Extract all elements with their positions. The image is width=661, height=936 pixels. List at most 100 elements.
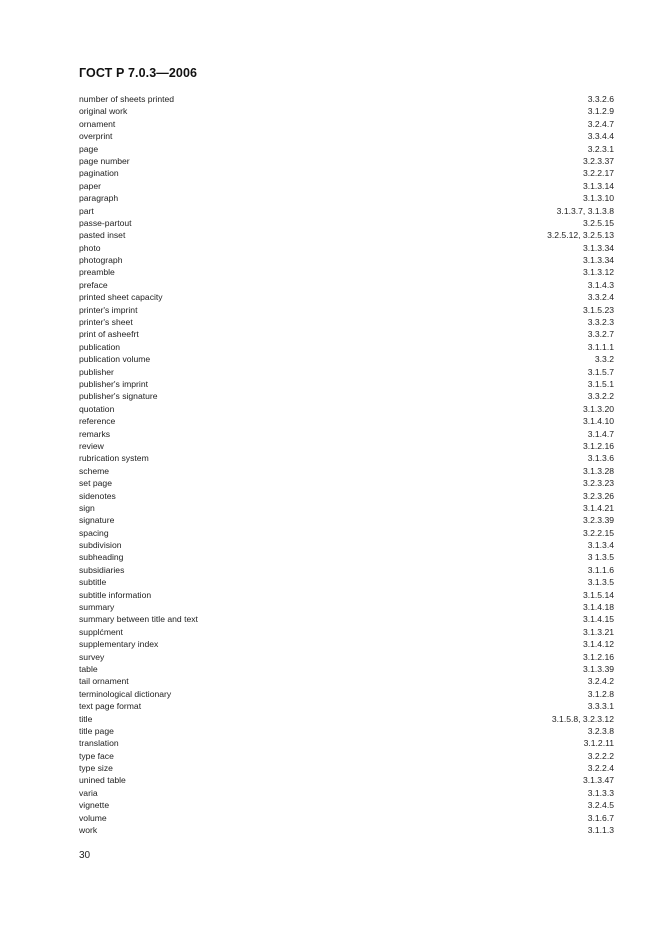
index-term: table	[79, 663, 98, 674]
index-entry: page 3.2.3.1	[79, 143, 614, 155]
index-term: type size	[79, 763, 113, 774]
index-term: preface	[79, 279, 108, 290]
index-term: subtitle	[79, 577, 107, 588]
index-reference: 3.2.3.26	[582, 490, 614, 501]
index-entry: supplementary index 3.1.4.12	[79, 638, 614, 650]
index-entry: review 3.1.2.16	[79, 440, 614, 452]
index-reference: 3.1.3.7, 3.1.3.8	[556, 205, 614, 216]
index-entry: signature 3.2.3.39	[79, 514, 614, 526]
index-term: pagination	[79, 168, 119, 179]
index-term: sidenotes	[79, 490, 116, 501]
index-entry: publisher's imprint 3.1.5.1	[79, 378, 614, 390]
index-reference: 3.2.4.2	[587, 676, 614, 687]
index-reference: 3.1.5.1	[587, 378, 614, 389]
index-term: paper	[79, 180, 101, 191]
index-entry: type size 3.2.2.4	[79, 762, 614, 774]
index-entry: preamble 3.1.3.12	[79, 266, 614, 278]
index-entry: rubrication system 3.1.3.6	[79, 452, 614, 464]
index-entry: unined table 3.1.3.47	[79, 774, 614, 786]
index-entry: reference 3.1.4.10	[79, 415, 614, 427]
index-reference: 3.1.1.6	[587, 564, 614, 575]
index-reference: 3.1.3.12	[582, 267, 614, 278]
index-term: volume	[79, 812, 107, 823]
index-term: supplćment	[79, 626, 123, 637]
index-entry: subdivision 3.1.3.4	[79, 539, 614, 551]
index-reference: 3.1.4.12	[582, 639, 614, 650]
index-entry: title page 3.2.3.8	[79, 725, 614, 737]
index-entry: supplćment 3.1.3.21	[79, 626, 614, 638]
index-entry: terminological dictionary 3.1.2.8	[79, 688, 614, 700]
index-term: reference	[79, 416, 116, 427]
index-term: pasted inset	[79, 230, 126, 241]
index-term: terminological dictionary	[79, 688, 172, 699]
index-entry: original work 3.1.2.9	[79, 105, 614, 117]
index-reference: 3.3.4.4	[587, 131, 614, 142]
index-entry: summary between title and text 3.1.4.15	[79, 613, 614, 625]
index-entry: number of sheets printed 3.3.2.6	[79, 93, 614, 105]
index-reference: 3.2.2.17	[582, 168, 614, 179]
index-entry: volume 3.1.6.7	[79, 812, 614, 824]
index-reference: 3.1.4.18	[582, 602, 614, 613]
index-entry: printer's imprint 3.1.5.23	[79, 304, 614, 316]
index-term: printer's imprint	[79, 304, 138, 315]
index-reference: 3.2.3.23	[582, 478, 614, 489]
index-term: photograph	[79, 255, 123, 266]
index-entry: subtitle information 3.1.5.14	[79, 589, 614, 601]
index-reference: 3.2.3.37	[582, 155, 614, 166]
index-entry: ornament 3.2.4.7	[79, 118, 614, 130]
index-term: unined table	[79, 775, 126, 786]
index-entry: publisher's signature 3.3.2.2	[79, 390, 614, 402]
index-term: translation	[79, 738, 119, 749]
index-entry: publication volume 3.3.2	[79, 353, 614, 365]
index-entry: type face 3.2.2.2	[79, 750, 614, 762]
index-reference: 3 1.3.5	[587, 552, 614, 563]
index-reference: 3.3.2.2	[587, 391, 614, 402]
index-entry: publication 3.1.1.1	[79, 341, 614, 353]
index-reference: 3.1.2.16	[582, 440, 614, 451]
index-entry: table 3.1.3.39	[79, 663, 614, 675]
index-reference: 3.1.3.5	[587, 577, 614, 588]
index-term: title page	[79, 725, 114, 736]
index-term: title	[79, 713, 93, 724]
index-reference: 3.1.4.3	[587, 279, 614, 290]
index-reference: 3.1.2.11	[583, 738, 614, 749]
index-entry: pagination 3.2.2.17	[79, 167, 614, 179]
index-term: summary between title and text	[79, 614, 198, 625]
index-term: number of sheets printed	[79, 94, 175, 104]
index-reference: 3.1.3.20	[582, 403, 614, 414]
index-term: publication	[79, 341, 121, 352]
index-reference: 3.1.4.7	[587, 428, 614, 439]
page-number: 30	[79, 850, 91, 861]
index-reference: 3.2.5.15	[582, 217, 614, 228]
index-reference: 3.1.6.7	[587, 812, 614, 823]
index-term: publisher's imprint	[79, 378, 148, 389]
index-term: original work	[79, 106, 128, 117]
index-term: subtitle information	[79, 589, 152, 600]
index-term: printer's sheet	[79, 317, 133, 328]
index-entry: printer's sheet 3.3.2.3	[79, 316, 614, 328]
index-term: summary	[79, 602, 115, 613]
index-reference: 3.1.1.3	[587, 825, 614, 836]
index-reference: 3.1.3.34	[582, 242, 614, 253]
index-reference: 3.3.2.4	[587, 292, 614, 303]
index-reference: 3.2.2.4	[587, 763, 614, 774]
index-term: print of asheefrt	[79, 329, 139, 340]
index-term: vignette	[79, 800, 110, 811]
index-reference: 3.1.3.6	[587, 453, 614, 464]
index-reference: 3.2.5.12, 3.2.5.13	[547, 230, 614, 241]
index-entry: translation 3.1.2.11	[79, 737, 614, 749]
index-term: subsidiaries	[79, 564, 125, 575]
index-reference: 3.1.3.4	[587, 540, 614, 551]
index-term: scheme	[79, 465, 110, 476]
index-reference: 3.2.4.7	[587, 118, 614, 129]
index-term: varia	[79, 787, 98, 798]
index-term: survey	[79, 651, 105, 662]
index-term: photo	[79, 242, 101, 253]
index-reference: 3.3.2	[594, 354, 614, 365]
index-term: publisher	[79, 366, 114, 377]
index-reference: 3.2.4.5	[587, 800, 614, 811]
index-reference: 3.1.4.21	[582, 502, 614, 513]
index-reference: 3.1.5.7	[587, 366, 614, 377]
index-reference: 3.1.3.14	[582, 180, 614, 191]
index-reference: 3.1.2.16	[582, 651, 614, 662]
